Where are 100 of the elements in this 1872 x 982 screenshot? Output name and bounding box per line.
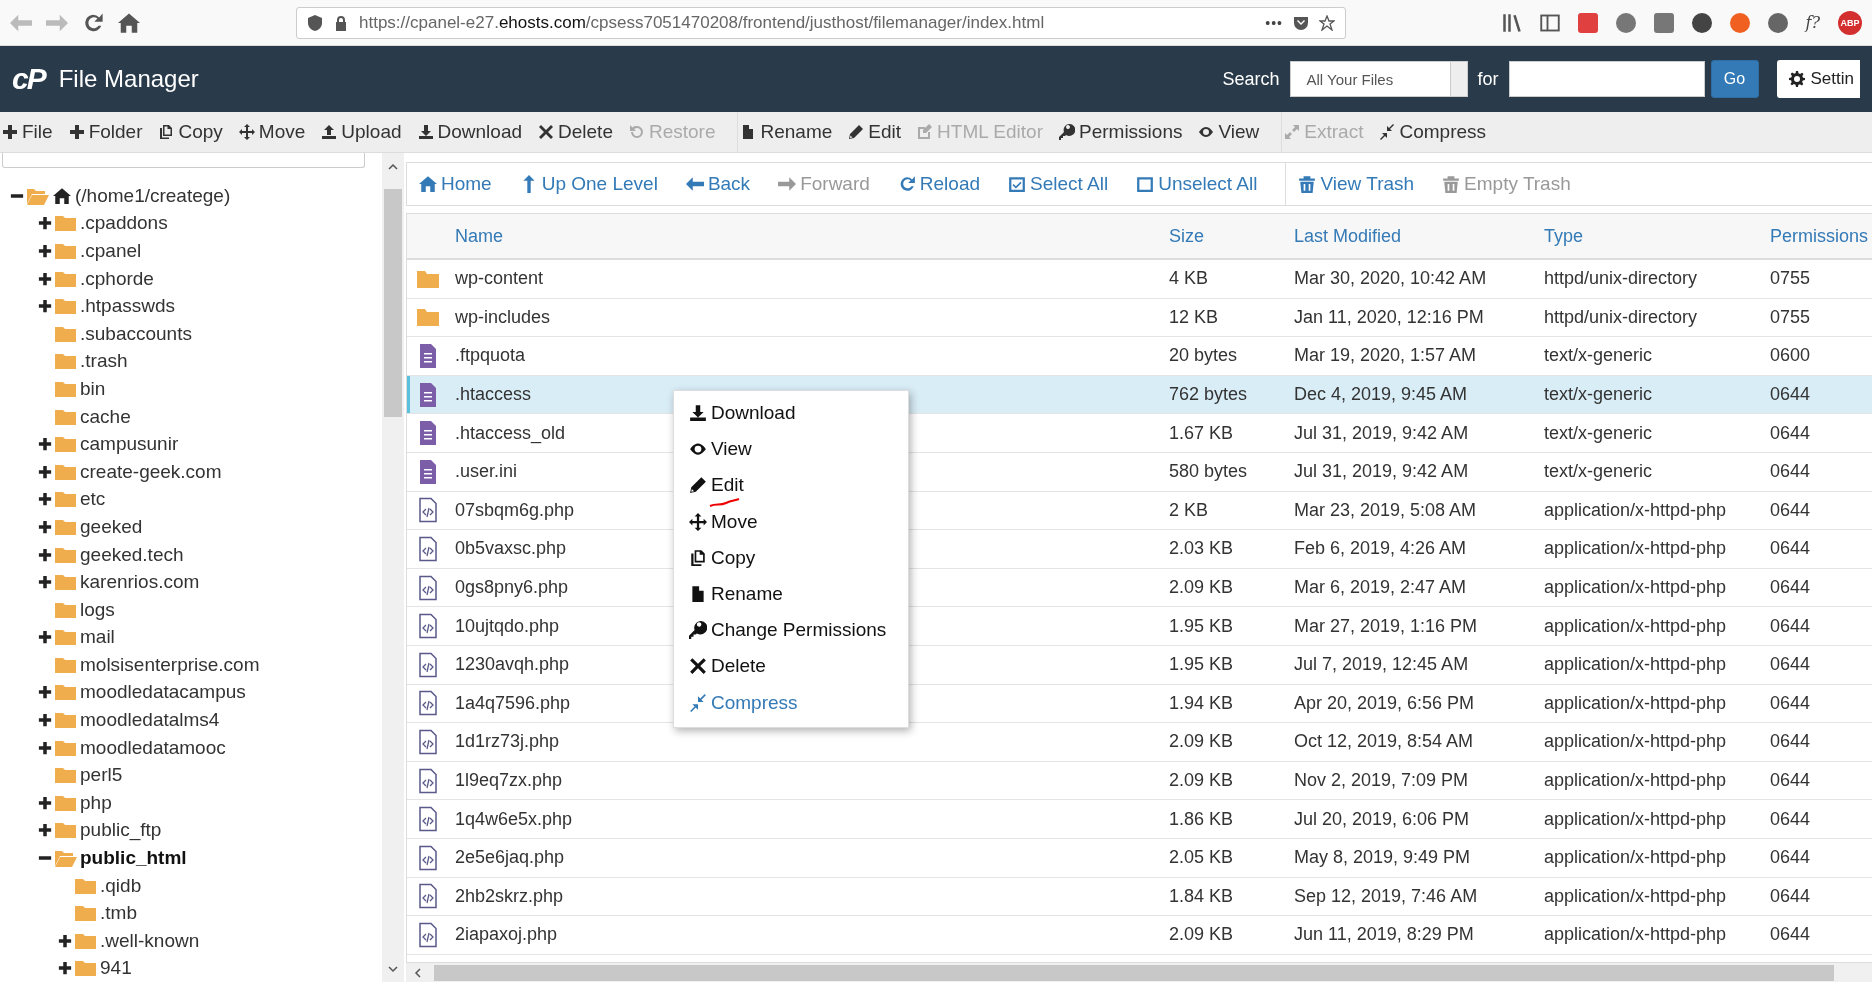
folder-tree-item[interactable]: .tmb [100, 902, 137, 925]
expand-plus-icon[interactable] [38, 823, 52, 838]
folder-tree-item[interactable]: mail [80, 626, 115, 649]
menu-item[interactable]: Copy [674, 539, 908, 576]
scrollbar-thumb[interactable] [384, 189, 402, 417]
sidebar-icon[interactable] [1539, 12, 1560, 33]
nav-button[interactable]: Back [685, 173, 779, 195]
menu-item[interactable]: Delete [674, 648, 908, 685]
toolbar-button[interactable]: Delete [536, 112, 627, 152]
adblock-button[interactable]: ABP [1838, 10, 1862, 35]
folder-tree-item[interactable]: cache [80, 405, 131, 428]
folder-tree-item[interactable]: .cphorde [80, 267, 154, 290]
extension-icon[interactable] [1691, 12, 1712, 33]
folder-tree-item[interactable]: .subaccounts [80, 322, 192, 345]
toolbar-button[interactable]: Move [236, 112, 320, 152]
extension-icon[interactable] [1577, 12, 1598, 33]
scroll-down-icon[interactable] [387, 963, 399, 975]
reload-icon[interactable] [82, 11, 104, 34]
column-header[interactable]: Last Modified [1294, 225, 1544, 247]
horizontal-scrollbar[interactable] [406, 963, 1872, 982]
toolbar-button[interactable]: Download [415, 112, 537, 152]
expand-plus-icon[interactable] [38, 519, 52, 534]
nav-button[interactable]: Select All [1008, 173, 1137, 195]
expand-plus-icon[interactable] [38, 575, 52, 590]
expand-plus-icon[interactable] [38, 271, 52, 286]
extension-button[interactable]: f? [1805, 13, 1820, 32]
expand-plus-icon[interactable] [58, 961, 72, 976]
expand-plus-icon[interactable] [38, 795, 52, 810]
search-field[interactable] [1508, 61, 1705, 97]
folder-tree-item[interactable]: geeked.tech [80, 543, 184, 566]
expand-plus-icon[interactable] [38, 740, 52, 755]
toolbar-button[interactable]: Rename [738, 112, 847, 152]
folder-tree-item[interactable]: geeked [80, 515, 143, 538]
folder-tree-item[interactable]: .htpasswds [80, 295, 176, 318]
scroll-left-icon[interactable] [412, 967, 424, 979]
expand-plus-icon[interactable] [38, 244, 52, 258]
menu-item[interactable]: Edit [674, 467, 908, 504]
folder-tree-item[interactable]: molsisenterprise.com [80, 653, 260, 676]
menu-item[interactable]: Change Permissions [674, 612, 908, 649]
folder-tree-item[interactable]: moodledatalms4 [80, 709, 220, 732]
folder-tree-item[interactable]: 941 [100, 957, 132, 980]
expand-plus-icon[interactable] [38, 437, 52, 452]
scrollbar-thumb[interactable] [434, 965, 1834, 981]
column-header[interactable]: Name [455, 225, 1169, 247]
folder-tree-item[interactable]: .trash [80, 350, 128, 373]
toolbar-button[interactable]: Edit [846, 112, 916, 152]
folder-tree-item[interactable]: etc [80, 488, 106, 511]
pocket-icon[interactable] [1293, 14, 1309, 31]
column-header[interactable]: Permissions [1770, 225, 1872, 247]
toolbar-button[interactable]: Copy [156, 112, 237, 152]
folder-tree-item[interactable]: .cpaddons [80, 212, 168, 235]
home-icon[interactable] [118, 11, 140, 34]
nav-button[interactable]: Unselect All [1136, 173, 1286, 195]
expand-plus-icon[interactable] [38, 464, 52, 479]
expand-plus-icon[interactable] [38, 713, 52, 728]
folder-tree-item[interactable]: moodledatacampus [80, 681, 246, 704]
extension-icon[interactable] [1653, 12, 1674, 33]
settings-button[interactable]: Settin [1776, 60, 1860, 98]
more-actions[interactable]: ••• [1265, 14, 1283, 31]
toolbar-button[interactable]: Compress [1377, 112, 1501, 152]
expand-plus-icon[interactable] [38, 299, 52, 314]
account-icon[interactable] [1767, 12, 1788, 33]
toolbar-button[interactable]: Permissions [1057, 112, 1197, 152]
toolbar-button[interactable]: Upload [319, 112, 416, 152]
go-button[interactable]: Go [1710, 60, 1759, 98]
menu-item[interactable]: View [674, 431, 908, 468]
folder-tree-item[interactable]: php [80, 791, 112, 814]
nav-button[interactable]: View Trash [1298, 173, 1443, 195]
toolbar-button[interactable]: View [1196, 112, 1274, 152]
folder-tree-item[interactable]: karenrios.com [80, 571, 200, 594]
folder-tree-item[interactable]: logs [80, 598, 115, 621]
folder-tree-item[interactable]: moodledatamooc [80, 736, 226, 759]
library-icon[interactable] [1501, 12, 1522, 33]
folder-tree-item[interactable]: bin [80, 377, 106, 400]
column-header[interactable]: Size [1169, 225, 1294, 247]
tree-filter-field[interactable] [2, 153, 365, 168]
folder-tree-item[interactable]: campusunir [80, 433, 179, 456]
toolbar-button[interactable]: Folder [66, 112, 157, 152]
menu-item[interactable]: Rename [674, 575, 908, 613]
expand-plus-icon[interactable] [58, 933, 72, 948]
vertical-scrollbar[interactable] [382, 153, 404, 982]
extension-icon[interactable] [1615, 12, 1636, 33]
folder-tree-item[interactable]: (/home1/createge) [75, 184, 231, 207]
scope-dropdown[interactable]: All Your Files [1289, 61, 1468, 97]
expand-plus-icon[interactable] [38, 216, 52, 231]
expand-plus-icon[interactable] [38, 630, 52, 645]
menu-item[interactable]: Move [674, 503, 908, 540]
expand-plus-icon[interactable] [38, 492, 52, 507]
menu-item[interactable]: Compress [674, 684, 908, 721]
expand-plus-icon[interactable] [38, 685, 52, 700]
nav-button[interactable]: Reload [897, 173, 1009, 195]
folder-tree-item[interactable]: .qidb [100, 874, 142, 897]
nav-button[interactable]: Up One Level [519, 173, 686, 195]
expand-plus-icon[interactable] [38, 547, 52, 562]
folder-tree-item[interactable]: .cpanel [80, 240, 142, 262]
address-bar[interactable]: https://cpanel-e27.ehosts.com/cpsess7051470208/frontend/justhost/filemanager/index.html ••• [296, 6, 1346, 39]
folder-tree-item[interactable]: perl5 [80, 764, 123, 787]
folder-tree-item[interactable]: public_ftp [80, 819, 162, 842]
folder-tree-item[interactable]: create-geek.com [80, 460, 222, 483]
folder-tree-item[interactable]: .well-known [100, 929, 200, 952]
